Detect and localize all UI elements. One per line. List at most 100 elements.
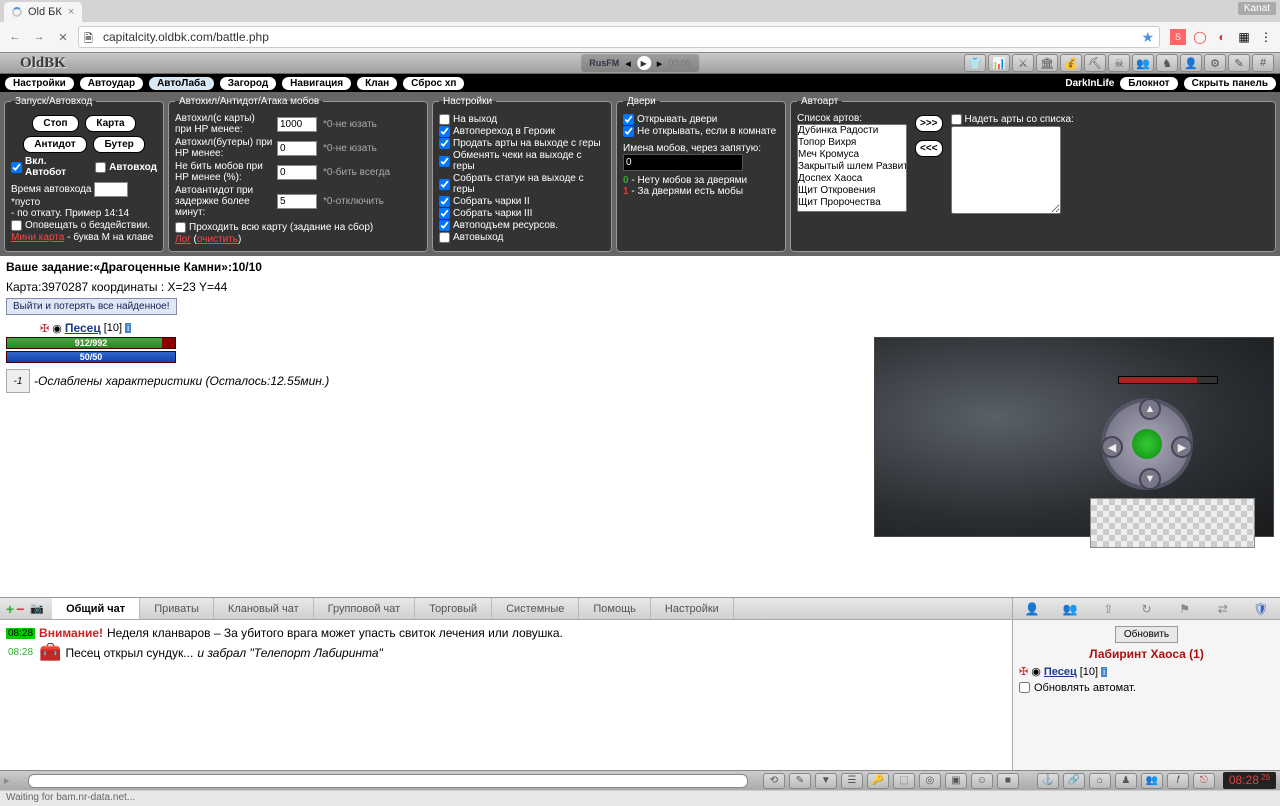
compass-east[interactable]: ▶ (1171, 436, 1193, 458)
char-name[interactable]: Песец (65, 321, 101, 335)
chat-input[interactable] (28, 774, 748, 788)
banner-icon[interactable]: ☠ (1108, 54, 1130, 72)
minimap[interactable] (1090, 498, 1255, 548)
autoheal-map-input[interactable] (277, 117, 317, 132)
log-link[interactable]: Лог (175, 234, 191, 245)
ext-icon[interactable]: ▦ (1236, 29, 1252, 45)
setting-checkbox[interactable] (439, 179, 450, 190)
toolbar-icon[interactable]: ☺ (971, 773, 993, 789)
setting-checkbox[interactable] (439, 232, 450, 243)
fullmap-checkbox[interactable] (175, 222, 186, 233)
forward-icon[interactable]: → (30, 28, 48, 46)
side-tool-icon[interactable]: 👥 (1061, 601, 1079, 617)
info-icon[interactable]: i (1101, 667, 1107, 677)
move-right-button[interactable]: >>> (915, 115, 943, 132)
plus-icon[interactable]: + (6, 601, 14, 617)
open-doors-checkbox[interactable] (623, 114, 634, 125)
autoentry-time-input[interactable] (94, 182, 128, 197)
nohit-hp-input[interactable] (277, 165, 317, 180)
compass-north[interactable]: ▲ (1139, 398, 1161, 420)
autobot-checkbox[interactable] (11, 162, 22, 173)
toolbar-icon[interactable]: ⌂ (1089, 773, 1111, 789)
nav-autohit[interactable]: Автоудар (79, 76, 144, 91)
banner-icon[interactable]: # (1252, 54, 1274, 72)
stop-button[interactable]: Стоп (32, 115, 78, 132)
side-tool-icon[interactable]: ↻ (1137, 601, 1155, 617)
noopen-inroom-checkbox[interactable] (623, 126, 634, 137)
compass-south[interactable]: ▼ (1139, 468, 1161, 490)
refresh-button[interactable]: Обновить (1115, 626, 1178, 643)
banner-icon[interactable]: 👥 (1132, 54, 1154, 72)
setting-checkbox[interactable] (439, 114, 450, 125)
back-icon[interactable]: ← (6, 28, 24, 46)
browser-tab[interactable]: Old БК × (4, 2, 82, 22)
banner-icon[interactable]: 👤 (1180, 54, 1202, 72)
banner-icon[interactable]: ⚔ (1012, 54, 1034, 72)
radio-player[interactable]: RusFM ◂ ▶ ▸ 00:00 (581, 54, 699, 72)
menu-icon[interactable]: ⋮ (1258, 29, 1274, 45)
ext-icon[interactable]: S (1170, 29, 1186, 45)
close-icon[interactable]: × (68, 6, 74, 18)
nav-autolaba[interactable]: АвтоЛаба (148, 76, 215, 91)
move-left-button[interactable]: <<< (915, 140, 943, 157)
chat-toggle-icon[interactable]: ▸ (4, 774, 10, 787)
autoheal-buter-input[interactable] (277, 141, 317, 156)
info-icon[interactable]: i (125, 323, 131, 333)
setting-checkbox[interactable] (439, 138, 450, 149)
autoentry-checkbox[interactable] (95, 162, 106, 173)
prev-icon[interactable]: ◂ (625, 57, 631, 70)
banner-icon[interactable]: ⛏ (1084, 54, 1106, 72)
chat-tab[interactable]: Настройки (651, 598, 734, 619)
nav-navigation[interactable]: Навигация (281, 76, 352, 91)
banner-icon[interactable]: 🏛 (1036, 54, 1058, 72)
toolbar-icon[interactable]: ☰ (841, 773, 863, 789)
bookmark-star-icon[interactable]: ★ (1141, 29, 1154, 46)
compass-center-icon[interactable] (1132, 429, 1162, 459)
mobs-input[interactable] (623, 154, 743, 171)
url-input[interactable] (78, 26, 1160, 48)
exit-button[interactable]: Выйти и потерять все найденное! (6, 298, 177, 315)
arts-list[interactable]: Дубинка РадостиТопор ВихряМеч КромусаЗак… (797, 124, 907, 212)
hide-panel-button[interactable]: Скрыть панель (1184, 77, 1276, 90)
game-scene[interactable]: ▲ ▼ ◀ ▶ (874, 337, 1274, 537)
reload-stop-icon[interactable]: ✕ (54, 28, 72, 46)
nav-resethp[interactable]: Сброс хп (402, 76, 465, 91)
nav-clan[interactable]: Клан (356, 76, 398, 91)
ext-icon[interactable]: ◐ (1214, 29, 1230, 45)
side-tool-icon[interactable]: 👤 (1023, 601, 1041, 617)
minimap-link[interactable]: Мини карта (11, 232, 64, 243)
setting-checkbox[interactable] (439, 156, 450, 167)
toolbar-icon[interactable]: ◎ (919, 773, 941, 789)
toolbar-icon[interactable]: 🔑 (867, 773, 889, 789)
toolbar-icon[interactable]: ⚓ (1037, 773, 1059, 789)
exit-icon[interactable]: ⎋ (1193, 773, 1215, 789)
banner-icon[interactable]: 👕 (964, 54, 986, 72)
buter-button[interactable]: Бутер (93, 136, 144, 153)
chat-settings-icon[interactable]: 📷 (30, 602, 44, 615)
banner-icon[interactable]: 💰 (1060, 54, 1082, 72)
next-icon[interactable]: ▸ (657, 57, 663, 70)
chat-tab[interactable]: Торговый (415, 598, 492, 619)
chat-tab[interactable]: Помощь (579, 598, 651, 619)
toolbar-icon[interactable]: 🔗 (1063, 773, 1085, 789)
side-tool-icon[interactable]: ⇧ (1099, 601, 1117, 617)
chat-tab[interactable]: Приваты (140, 598, 214, 619)
ext-icon[interactable]: ◯ (1192, 29, 1208, 45)
wear-arts-checkbox[interactable] (951, 114, 962, 125)
setting-checkbox[interactable] (439, 220, 450, 231)
autoantidote-input[interactable] (277, 194, 317, 209)
side-tool-icon[interactable]: ⚑ (1176, 601, 1194, 617)
chat-tab[interactable]: Групповой чат (314, 598, 416, 619)
nav-settings[interactable]: Настройки (4, 76, 75, 91)
banner-icon[interactable]: ♞ (1156, 54, 1178, 72)
wear-arts-textarea[interactable] (951, 126, 1061, 214)
toolbar-icon[interactable]: ▣ (945, 773, 967, 789)
banner-icon[interactable]: 📊 (988, 54, 1010, 72)
toolbar-icon[interactable]: ⟲ (763, 773, 785, 789)
banner-icon[interactable]: ✎ (1228, 54, 1250, 72)
toolbar-icon[interactable]: ⬚ (893, 773, 915, 789)
side-tool-icon[interactable]: 🛡 (1252, 601, 1270, 617)
compass-west[interactable]: ◀ (1101, 436, 1123, 458)
map-button[interactable]: Карта (85, 115, 135, 132)
chat-tab[interactable]: Клановый чат (214, 598, 314, 619)
